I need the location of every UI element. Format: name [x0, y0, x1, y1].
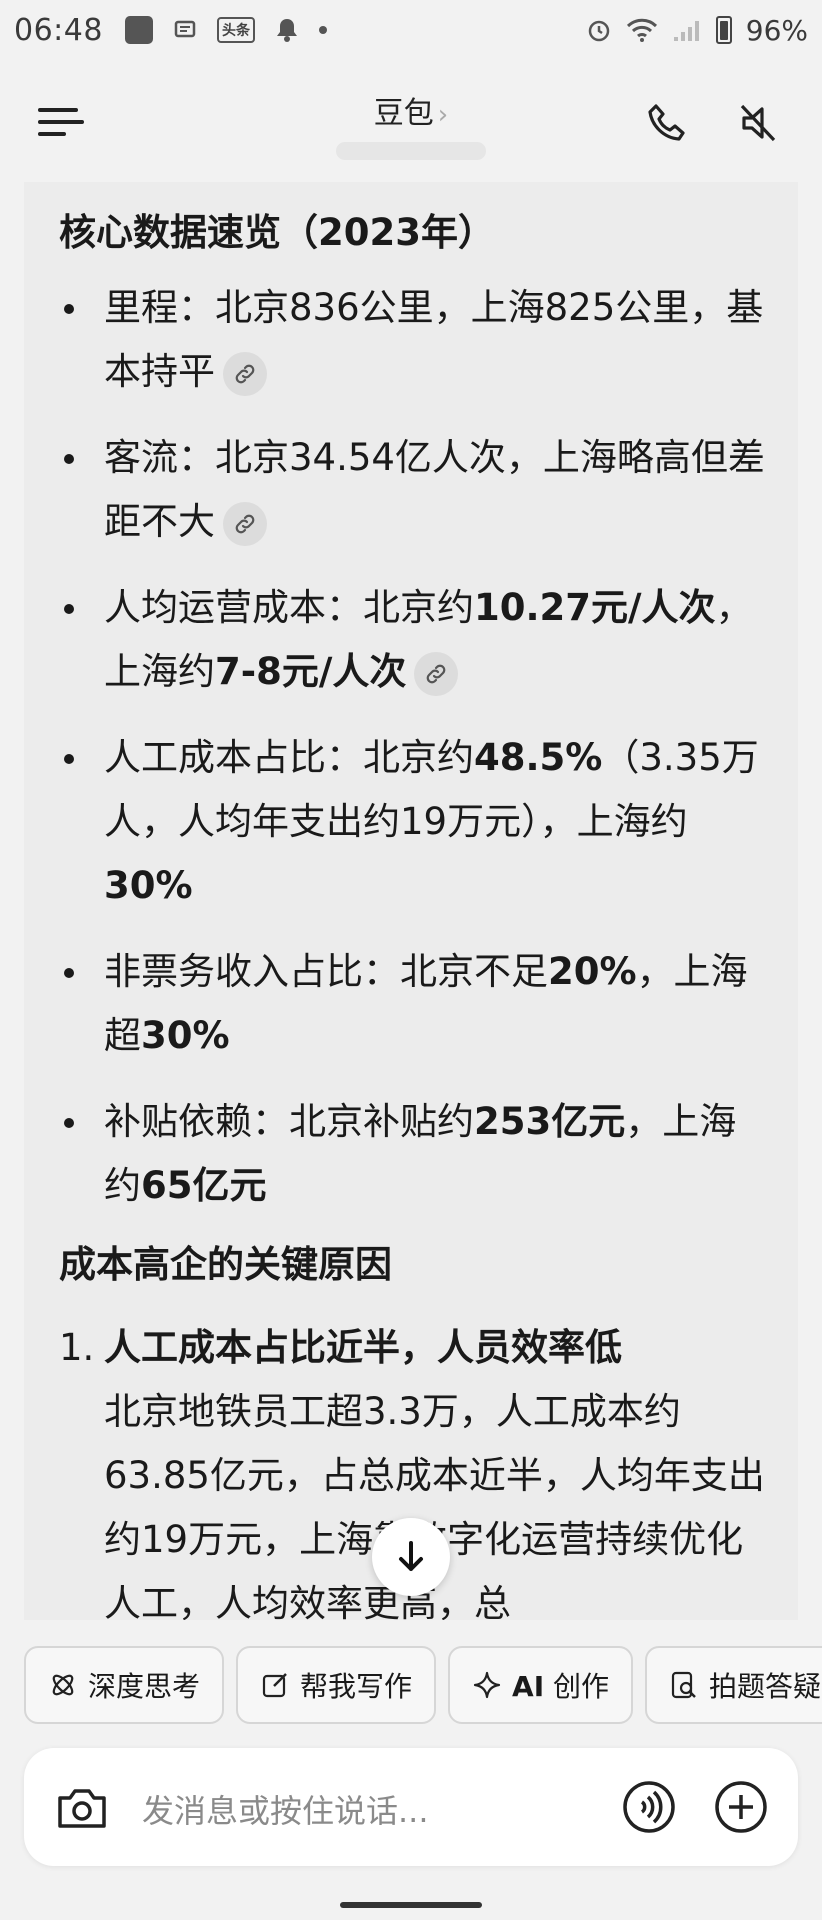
more-notifications-dot: [318, 26, 327, 34]
bullet-bold-value: 30%: [141, 1014, 230, 1057]
wifi-icon: [626, 18, 657, 42]
chat-subtitle-placeholder: [336, 142, 486, 160]
battery-percent: 96%: [745, 13, 808, 47]
chip-label: 帮我写作: [300, 1670, 413, 1703]
chip-label: 创作: [544, 1670, 610, 1703]
bullet-bold-value: 253亿元: [474, 1100, 626, 1143]
section-heading-core-data: 核心数据速览（2023年）: [59, 211, 495, 254]
battery-icon: [715, 16, 732, 44]
bullet-bold-value: 65亿元: [141, 1164, 267, 1207]
message-input[interactable]: 发消息或按住说话...: [142, 1786, 429, 1832]
bullet-bold-value: 30%: [104, 864, 193, 907]
phone-call-icon[interactable]: [644, 100, 690, 146]
speaker-mute-icon[interactable]: [734, 100, 780, 146]
bullet-text: 非票务收入占比：北京不足: [104, 950, 548, 993]
bullet-text: 人均运营成本：北京约: [104, 586, 474, 629]
bullet-text: 客流：北京34.54亿人次，上海略高但差距不大: [104, 436, 765, 543]
section-heading-cost-reasons: 成本高企的关键原因: [59, 1243, 392, 1286]
reason-title: 人工成本占比近半，人员效率低: [104, 1326, 622, 1369]
chat-title-text: 豆包: [373, 96, 434, 131]
chip-photo-question[interactable]: 拍题答疑: [645, 1646, 822, 1724]
plus-icon[interactable]: [714, 1780, 768, 1834]
bullet-text: 补贴依赖：北京补贴约: [104, 1100, 474, 1143]
data-bullet-item: 客流：北京34.54亿人次，上海略高但差距不大: [59, 426, 766, 554]
scroll-to-bottom-button[interactable]: [372, 1518, 450, 1596]
chip-label: 深度思考: [88, 1670, 201, 1703]
camera-icon[interactable]: [54, 1782, 110, 1834]
data-bullet-item: 补贴依赖：北京补贴约253亿元，上海约65亿元: [59, 1090, 766, 1218]
chat-title[interactable]: 豆包 ›: [0, 88, 822, 160]
toutiao-app-icon: 头条: [216, 17, 255, 43]
status-bar: 06:48 头条 96%: [0, 0, 822, 60]
sparkle-icon: [473, 1671, 501, 1699]
source-link-icon[interactable]: [223, 351, 267, 396]
bullet-bold-value: 20%: [548, 950, 637, 993]
list-number: 1.: [59, 1326, 95, 1369]
status-time: 06:48: [14, 12, 103, 48]
edit-icon: [262, 1673, 287, 1698]
data-bullet-item: 人均运营成本：北京约10.27元/人次，上海约7-8元/人次: [59, 576, 766, 704]
atom-icon: [52, 1674, 74, 1696]
chip-label-ai: AI: [512, 1670, 545, 1703]
bullet-bold-value: 7-8元/人次: [215, 650, 407, 693]
chip-ai-create[interactable]: AI 创作: [448, 1646, 634, 1724]
message-notification-icon: [174, 20, 196, 38]
bullet-bold-value: 48.5%: [474, 736, 603, 779]
bullet-bold-value: 10.27元/人次: [474, 586, 716, 629]
quick-action-chips: 深度思考 帮我写作 AI 创作 拍题答疑: [24, 1646, 822, 1724]
signal-icon: [673, 21, 699, 41]
bullet-text: 人工成本占比：北京约: [104, 736, 474, 779]
bullet-text: 里程：北京836公里，上海825公里，基本持平: [104, 286, 764, 393]
voice-input-icon[interactable]: [622, 1780, 676, 1834]
photo-search-icon: [671, 1671, 696, 1699]
home-indicator[interactable]: [340, 1902, 482, 1908]
source-link-icon[interactable]: [223, 501, 267, 546]
chat-header: 豆包 ›: [0, 70, 822, 170]
data-bullet-item: 非票务收入占比：北京不足20%，上海超30%: [59, 940, 766, 1068]
message-input-bar: 发消息或按住说话...: [24, 1748, 798, 1866]
source-link-icon[interactable]: [414, 651, 459, 696]
chip-help-write[interactable]: 帮我写作: [236, 1646, 437, 1724]
chevron-right-icon: ›: [437, 100, 449, 130]
chip-deep-thinking[interactable]: 深度思考: [24, 1646, 225, 1724]
chip-label: 拍题答疑: [709, 1670, 822, 1703]
arrow-down-icon: [399, 1541, 423, 1571]
assistant-message: 核心数据速览（2023年） 里程：北京836公里，上海825公里，基本持平 客流：…: [24, 182, 798, 1620]
data-bullet-item: 人工成本占比：北京约48.5%（3.35万人，人均年支出约19万元），上海约30…: [59, 726, 766, 918]
alarm-icon: [588, 20, 610, 42]
data-bullet-item: 里程：北京836公里，上海825公里，基本持平: [59, 276, 766, 404]
data-bullet-list: 里程：北京836公里，上海825公里，基本持平 客流：北京34.54亿人次，上海略…: [59, 276, 766, 1218]
app-notification-icon: [124, 16, 153, 44]
bell-icon: [276, 19, 297, 42]
